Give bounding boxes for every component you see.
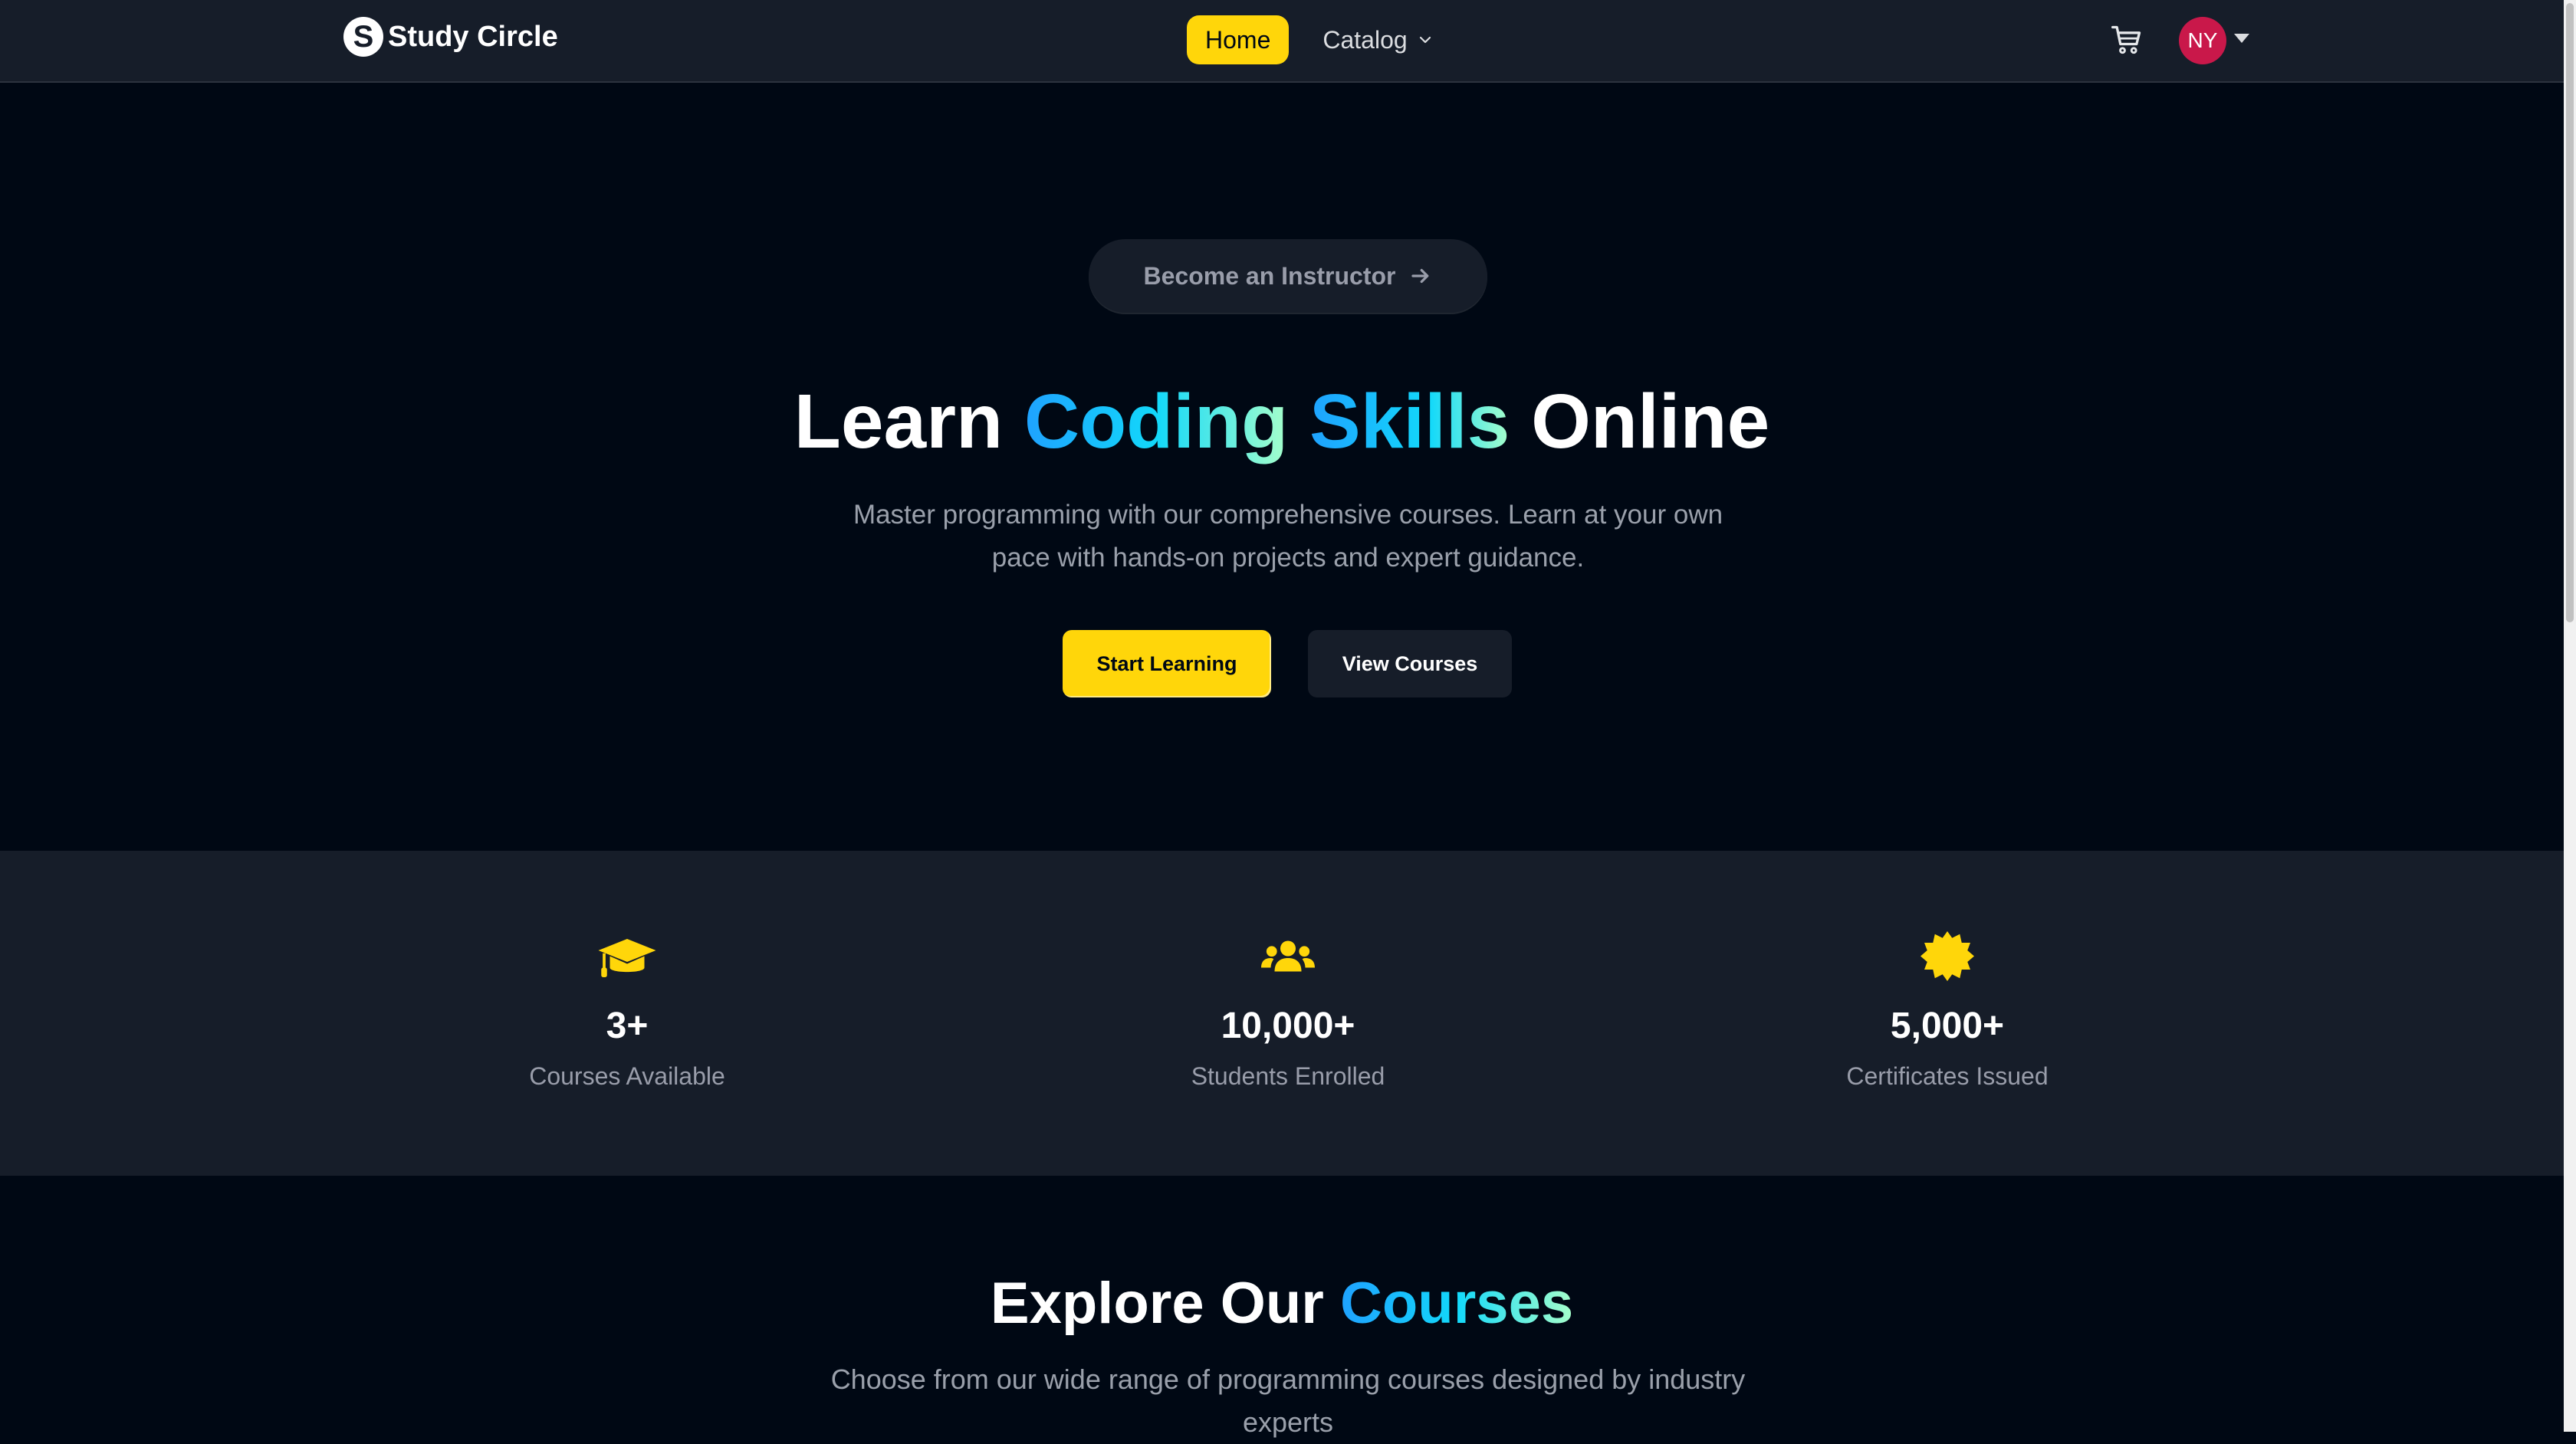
certificate-badge-icon <box>1921 931 1974 981</box>
brand-logo[interactable]: S Study Circle <box>343 15 558 58</box>
explore-title: Explore Our Courses <box>0 1263 2564 1344</box>
hero-title: Learn Coding Skills Online <box>0 368 2564 475</box>
stat-courses: 3+ Courses Available <box>397 927 857 1091</box>
users-icon <box>1261 940 1315 972</box>
nav-catalog-dropdown[interactable]: Catalog <box>1322 15 1431 64</box>
logo-mark-icon: S <box>343 17 383 57</box>
chevron-down-icon <box>1419 36 1431 44</box>
arrow-right-icon <box>1411 268 1429 284</box>
stat-value: 10,000+ <box>1221 1006 1355 1046</box>
hero-subtitle: Master programming with our comprehensiv… <box>853 500 1723 573</box>
explore-title-plain: Explore Our <box>990 1271 1340 1336</box>
stat-label: Courses Available <box>529 1062 725 1090</box>
scrollbar-thumb[interactable] <box>2566 3 2574 622</box>
stat-students: 10,000+ Students Enrolled <box>1058 927 1518 1091</box>
stat-label: Students Enrolled <box>1191 1062 1385 1090</box>
brand-name: Study Circle <box>388 20 558 53</box>
stats-section: 3+ Courses Available 10,000+ Students En… <box>0 851 2564 1176</box>
start-learning-button[interactable]: Start Learning <box>1063 630 1271 697</box>
cart-icon[interactable] <box>2110 23 2144 57</box>
become-instructor-button[interactable]: Become an Instructor <box>1089 239 1487 313</box>
nav-home-link[interactable]: Home <box>1187 15 1290 64</box>
nav-catalog-label: Catalog <box>1322 25 1408 54</box>
caret-down-icon[interactable] <box>2234 34 2249 43</box>
stat-value: 3+ <box>606 1006 649 1046</box>
hero-title-part5: Online <box>1510 379 1770 464</box>
view-courses-button[interactable]: View Courses <box>1308 630 1512 697</box>
hero-title-highlight-skills: Skills <box>1309 379 1510 464</box>
explore-subtitle: Choose from our wide range of programmin… <box>830 1364 1746 1438</box>
navbar: S Study Circle Home Catalog NY <box>0 0 2564 83</box>
hero-title-space <box>1288 379 1309 464</box>
stat-certificates: 5,000+ Certificates Issued <box>1717 927 2177 1091</box>
graduation-cap-icon <box>598 939 656 977</box>
explore-title-highlight: Courses <box>1340 1271 1574 1336</box>
nav-links: Home Catalog <box>1187 15 1432 64</box>
become-instructor-label: Become an Instructor <box>1143 261 1396 290</box>
hero-title-part1: Learn <box>794 379 1024 464</box>
stat-label: Certificates Issued <box>1846 1062 2049 1090</box>
hero-title-highlight-coding: Coding <box>1024 379 1289 464</box>
stat-value: 5,000+ <box>1890 1006 2005 1046</box>
profile-avatar[interactable]: NY <box>2179 17 2226 64</box>
